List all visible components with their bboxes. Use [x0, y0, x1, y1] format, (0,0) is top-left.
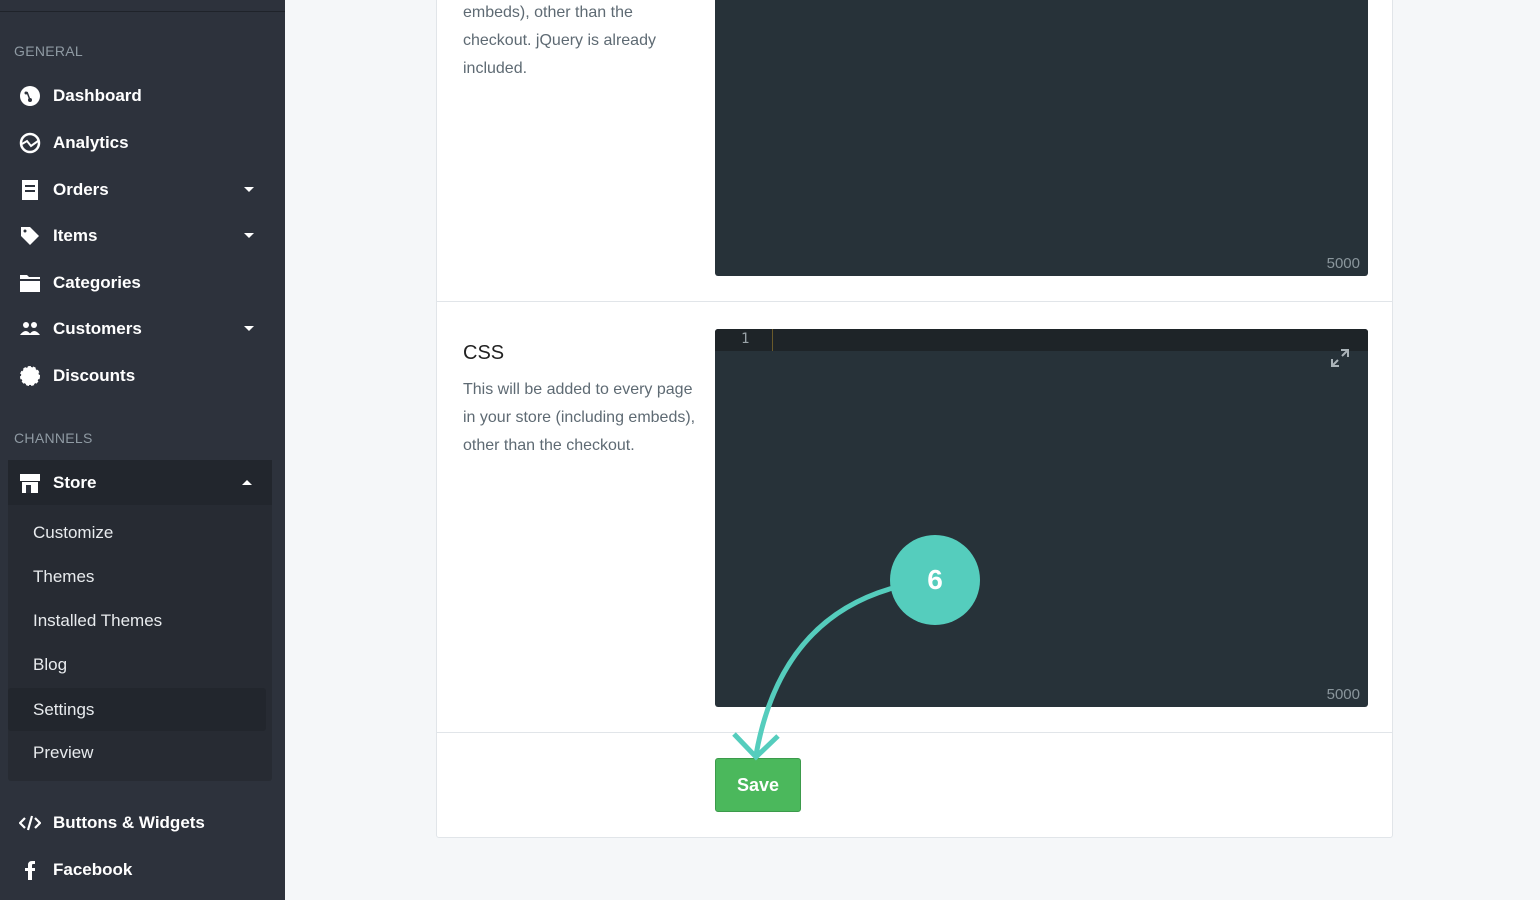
- submenu-preview[interactable]: Preview: [33, 743, 93, 763]
- sidebar-item-categories[interactable]: Categories: [18, 268, 268, 298]
- chevron-down-icon[interactable]: [244, 326, 254, 331]
- css-char-count: 5000: [1326, 686, 1360, 703]
- label: Items: [53, 226, 98, 245]
- section-general: GENERAL: [14, 43, 84, 59]
- chevron-down-icon[interactable]: [244, 187, 254, 192]
- analytics-icon: [18, 132, 42, 154]
- css-editor[interactable]: 1 5000: [715, 329, 1368, 707]
- chevron-down-icon[interactable]: [244, 233, 254, 238]
- editor-gutter: 1: [715, 329, 1368, 351]
- sidebar-item-customers[interactable]: Customers: [18, 314, 268, 344]
- divider: [0, 11, 285, 12]
- sidebar-item-facebook[interactable]: Facebook: [18, 855, 268, 885]
- label: Customers: [53, 319, 142, 338]
- tag-icon: [18, 225, 42, 247]
- label: Categories: [53, 273, 141, 292]
- expand-icon[interactable]: [1330, 348, 1350, 368]
- step-badge: 6: [890, 535, 980, 625]
- code-icon: [18, 812, 42, 834]
- label: Dashboard: [53, 86, 142, 105]
- badge-icon: [18, 365, 42, 387]
- submenu-blog[interactable]: Blog: [33, 655, 67, 675]
- line-number: 1: [741, 331, 750, 347]
- sidebar-item-dashboard[interactable]: Dashboard: [18, 81, 268, 111]
- css-description: This will be added to every page in your…: [463, 381, 696, 454]
- users-icon: [18, 318, 42, 340]
- divider: [437, 732, 1392, 733]
- submenu-themes[interactable]: Themes: [33, 567, 94, 587]
- label: Facebook: [53, 860, 133, 879]
- js-description: embeds), other than the checkout. jQuery…: [463, 4, 656, 77]
- sidebar-item-items[interactable]: Items: [18, 221, 268, 251]
- sidebar-item-orders[interactable]: Orders: [18, 175, 268, 205]
- sidebar-item-discounts[interactable]: Discounts: [18, 361, 268, 391]
- folder-icon: [18, 272, 42, 294]
- store-row[interactable]: Store: [18, 468, 268, 498]
- cursor: [772, 329, 773, 351]
- section-channels: CHANNELS: [14, 430, 93, 446]
- save-button[interactable]: Save: [715, 758, 801, 812]
- receipt-icon: [18, 179, 42, 201]
- submenu-installed-themes[interactable]: Installed Themes: [33, 611, 162, 631]
- store-group: Store Customize Themes Installed Themes …: [8, 460, 272, 781]
- dashboard-icon: [18, 85, 42, 107]
- store-icon: [18, 472, 42, 494]
- label: Buttons & Widgets: [53, 813, 205, 832]
- css-title: CSS: [463, 342, 505, 364]
- js-char-count: 5000: [1326, 255, 1360, 272]
- facebook-icon: [18, 859, 42, 881]
- chevron-up-icon[interactable]: [242, 480, 252, 485]
- submenu-settings[interactable]: Settings: [8, 688, 266, 731]
- js-editor[interactable]: 5000: [715, 0, 1368, 276]
- submenu-customize[interactable]: Customize: [33, 523, 113, 543]
- sidebar: GENERAL Dashboard Analytics Orders Items…: [0, 0, 285, 900]
- sidebar-item-store[interactable]: Store: [8, 460, 272, 505]
- label: Discounts: [53, 366, 136, 385]
- sidebar-item-analytics[interactable]: Analytics: [18, 128, 268, 158]
- label: Orders: [53, 180, 109, 199]
- divider: [437, 301, 1392, 302]
- label: Analytics: [53, 133, 129, 152]
- settings-card: embeds), other than the checkout. jQuery…: [436, 0, 1393, 838]
- label: Store: [53, 473, 97, 492]
- sidebar-item-buttons-widgets[interactable]: Buttons & Widgets: [18, 808, 268, 838]
